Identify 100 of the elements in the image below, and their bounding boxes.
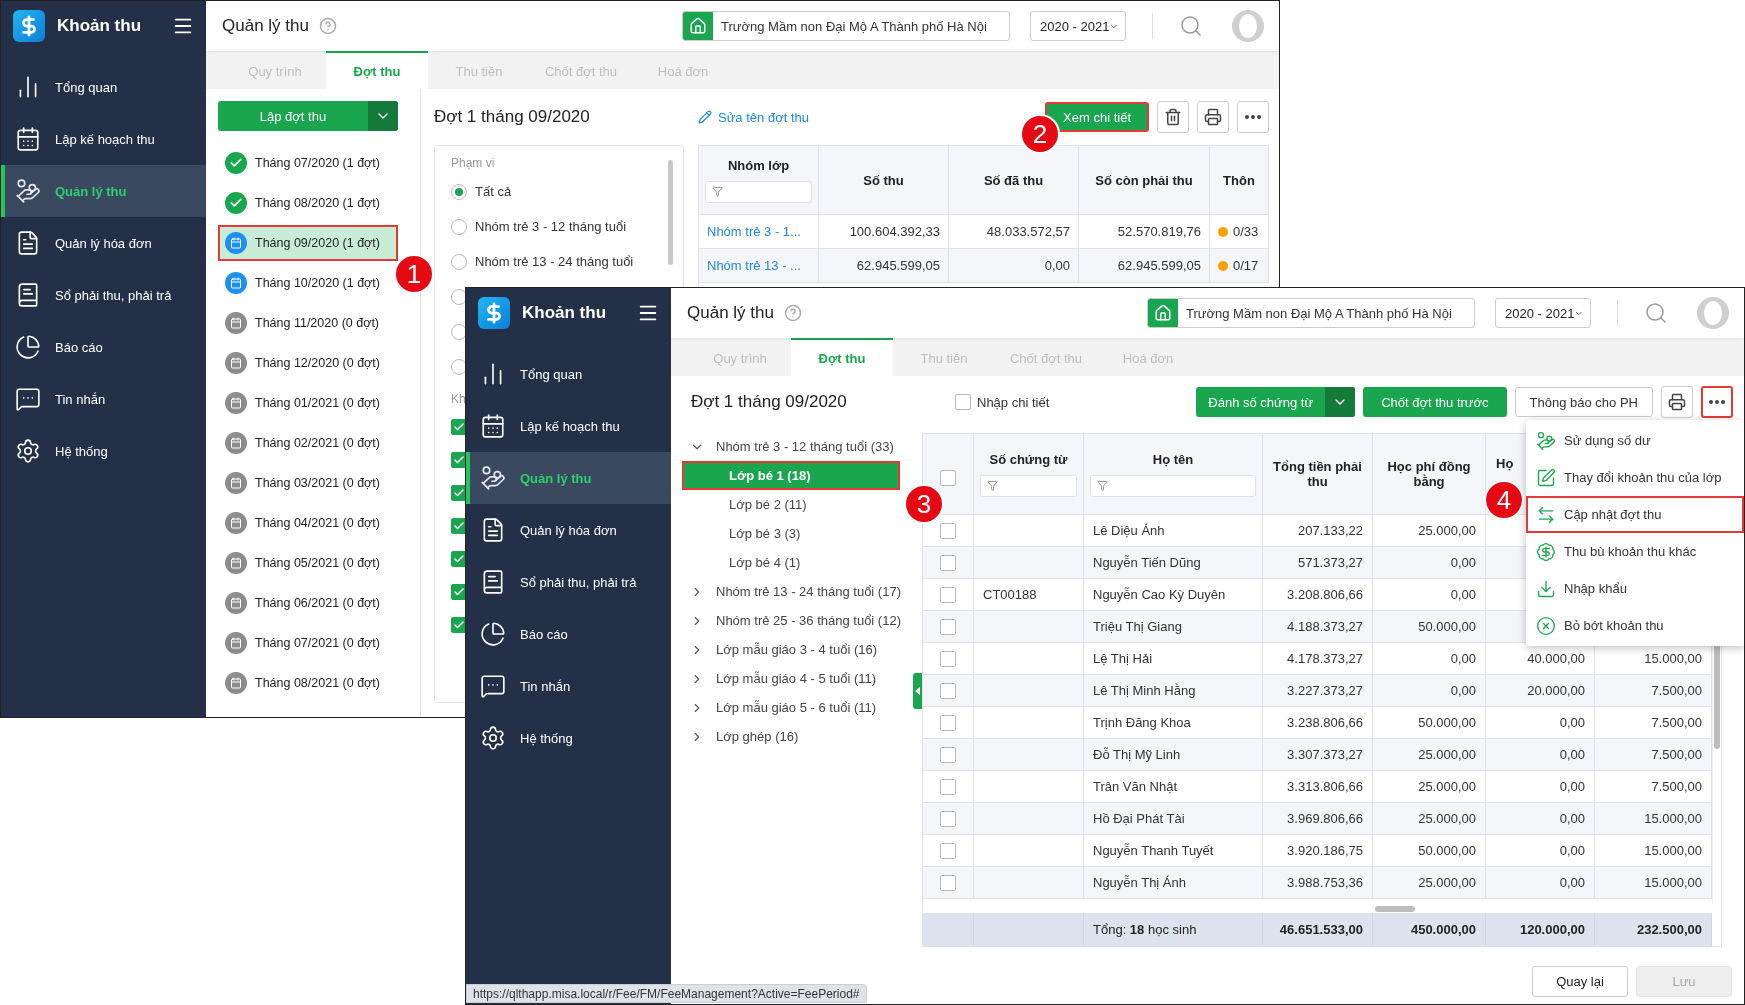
app-name: Khoản thu	[522, 303, 608, 323]
table-cell: 3.238.806,66	[1263, 707, 1373, 739]
nav-item[interactable]: Tin nhắn	[466, 660, 671, 712]
tree-group[interactable]: Lớp ghép (16)	[682, 722, 913, 751]
scope-label: Phạm vi	[451, 156, 496, 170]
table-cell: 3.307.373,27	[1263, 739, 1373, 771]
year-select[interactable]: 2020 - 2021	[1495, 298, 1591, 328]
table-cell: 25.000,00	[1373, 803, 1486, 835]
page-title: Quản lý thu	[687, 303, 774, 323]
menu-item[interactable]: Nhập khẩu	[1526, 570, 1744, 607]
total-cell: 120.000,00	[1486, 913, 1595, 946]
table-cell: 7.500,00	[1595, 675, 1712, 707]
period-item[interactable]: Tháng 12/2020 (0 đợt)	[218, 345, 398, 381]
nav-item[interactable]: Hệ thống	[466, 712, 671, 764]
table-cell: 20.000,00	[1486, 675, 1595, 707]
table-cell: 48.033.572,57	[949, 215, 1079, 249]
nav-item[interactable]: Báo cáo	[466, 608, 671, 660]
tree-group[interactable]: Nhóm trẻ 25 - 36 tháng tuổi (12)	[682, 606, 913, 635]
period-item[interactable]: Tháng 04/2021 (0 đợt)	[218, 505, 398, 541]
nav-item[interactable]: Sổ phải thu, phải trả	[466, 556, 671, 608]
status-count: 0/17	[1233, 258, 1259, 273]
nav-item[interactable]: Tổng quan	[466, 348, 671, 400]
group-link[interactable]: Nhóm trẻ 3 - 1...	[699, 215, 819, 249]
section-label: Kh	[451, 392, 467, 406]
table-cell: 4.188.373,27	[1263, 611, 1373, 643]
school-select[interactable]: Trường Mầm non Đại Mộ A Thành phố Hà Nội	[682, 11, 1010, 41]
nav-item[interactable]: Quản lý thu	[1, 165, 206, 217]
nav-item[interactable]: Lập kế hoạch thu	[466, 400, 671, 452]
period-item[interactable]: Tháng 05/2021 (0 đợt)	[218, 545, 398, 581]
table-cell: Nguyễn Cao Kỳ Duyên	[1084, 579, 1263, 611]
period-item[interactable]: Tháng 08/2020 (1 đợt)	[218, 185, 398, 221]
period-item[interactable]: Tháng 07/2020 (1 đợt)	[218, 145, 398, 181]
column-header: Tổng tiền phải thu	[1263, 434, 1373, 515]
nav-item[interactable]: Quản lý hóa đơn	[466, 504, 671, 556]
tree-group[interactable]: Lớp mẫu giáo 4 - 5 tuổi (11)	[682, 664, 913, 693]
nav-item[interactable]: Tổng quan	[1, 61, 206, 113]
table-cell: 0,00	[1486, 739, 1595, 771]
table-cell: 7.500,00	[1595, 771, 1712, 803]
table-cell: Triệu Thị Giang	[1084, 611, 1263, 643]
table-cell: Lê Diệu Ánh	[1084, 515, 1263, 547]
period-item[interactable]: Tháng 11/2020 (0 đợt)	[218, 305, 398, 341]
table-cell: Nguyễn Thị Ánh	[1084, 867, 1263, 899]
table-cell: 25.000,00	[1373, 867, 1486, 899]
tree-item[interactable]: Lớp bé 4 (1)	[682, 548, 900, 577]
page-title: Quản lý thu	[222, 16, 309, 36]
menu-item[interactable]: Sử dụng số dư	[1526, 422, 1744, 459]
menu-item[interactable]: Thay đổi khoản thu của lớp	[1526, 459, 1744, 496]
table-cell: 50.000,00	[1373, 611, 1486, 643]
period-item[interactable]: Tháng 03/2021 (0 đợt)	[218, 465, 398, 501]
nav-item[interactable]: Báo cáo	[1, 321, 206, 373]
table-cell: 25.000,00	[1373, 515, 1486, 547]
table-cell: 40.000,00	[1486, 643, 1595, 675]
menu-item[interactable]: Thu bù khoản thu khác	[1526, 533, 1744, 570]
rename-link[interactable]: Sửa tên đợt thu	[698, 109, 809, 125]
tree-group[interactable]: Lớp mẫu giáo 3 - 4 tuổi (16)	[682, 635, 913, 664]
column-header: Số chứng từ	[989, 451, 1068, 467]
period-item[interactable]: Tháng 06/2021 (0 đợt)	[218, 585, 398, 621]
nav-item[interactable]: Lập kế hoạch thu	[1, 113, 206, 165]
year-select[interactable]: 2020 - 2021	[1030, 11, 1126, 41]
menu-item[interactable]: Bỏ bớt khoản thu	[1526, 607, 1744, 644]
period-item[interactable]: Tháng 02/2021 (0 đợt)	[218, 425, 398, 461]
nav-item[interactable]: Quản lý thu	[466, 452, 671, 504]
table-cell: 7.500,00	[1595, 739, 1712, 771]
table-cell: 25.000,00	[1373, 771, 1486, 803]
app-name: Khoản thu	[57, 16, 143, 36]
table-cell: 62.945.599,05	[819, 249, 949, 283]
table-cell: 0,00	[949, 249, 1079, 283]
notify-button[interactable]: Thông báo cho PH	[1514, 387, 1653, 417]
table-cell: 25.000,00	[1373, 739, 1486, 771]
period-item[interactable]: Tháng 01/2021 (0 đợt)	[218, 385, 398, 421]
tree-item[interactable]: Lớp bé 3 (3)	[682, 519, 900, 548]
period-item[interactable]: Tháng 08/2021 (0 đợt)	[218, 665, 398, 701]
table-cell: Trân Văn Nhật	[1084, 771, 1263, 803]
table-cell: 571.373,27	[1263, 547, 1373, 579]
nav-item[interactable]: Quản lý hóa đơn	[1, 217, 206, 269]
column-header: Số đã thu	[949, 146, 1079, 215]
table-cell: 0,00	[1373, 643, 1486, 675]
nav-item[interactable]: Sổ phải thu, phải trả	[1, 269, 206, 321]
back-button[interactable]: Quay lại	[1532, 965, 1628, 997]
school-select[interactable]: Trường Mầm non Đại Mộ A Thành phố Hà Nội	[1147, 298, 1475, 328]
nav-item[interactable]: Tin nhắn	[1, 373, 206, 425]
tree-group[interactable]: Nhóm trẻ 13 - 24 tháng tuổi (17)	[682, 577, 913, 606]
table-cell: 0,00	[1373, 675, 1486, 707]
status-count: 0/33	[1233, 224, 1259, 239]
tree-item[interactable]: Lớp bé 2 (11)	[682, 490, 900, 519]
table-cell: 0,00	[1486, 803, 1595, 835]
menu-item[interactable]: Cập nhật đợt thu	[1526, 496, 1744, 533]
detail-checkbox[interactable]: Nhập chi tiết	[955, 394, 1050, 410]
table-cell: 50.000,00	[1373, 707, 1486, 739]
table-cell: 15.000,00	[1595, 835, 1712, 867]
tree-group[interactable]: Lớp mẫu giáo 5 - 6 tuổi (11)	[682, 693, 913, 722]
table-cell: Đỗ Thị Mỹ Linh	[1084, 739, 1263, 771]
period-item[interactable]: Tháng 07/2021 (0 đợt)	[218, 625, 398, 661]
table-cell: 3.988.753,36	[1263, 867, 1373, 899]
period-item[interactable]: Tháng 09/2020 (1 đợt)	[218, 225, 398, 261]
total-cell: 450.000,00	[1373, 913, 1486, 946]
table-cell: Lệ Thị Hải	[1084, 643, 1263, 675]
nav-item[interactable]: Hệ thống	[1, 425, 206, 477]
total-label: Tổng: 18 học sinh	[1084, 913, 1263, 946]
tree-group[interactable]: Nhóm trẻ 3 - 12 tháng tuổi (33)	[682, 432, 913, 461]
